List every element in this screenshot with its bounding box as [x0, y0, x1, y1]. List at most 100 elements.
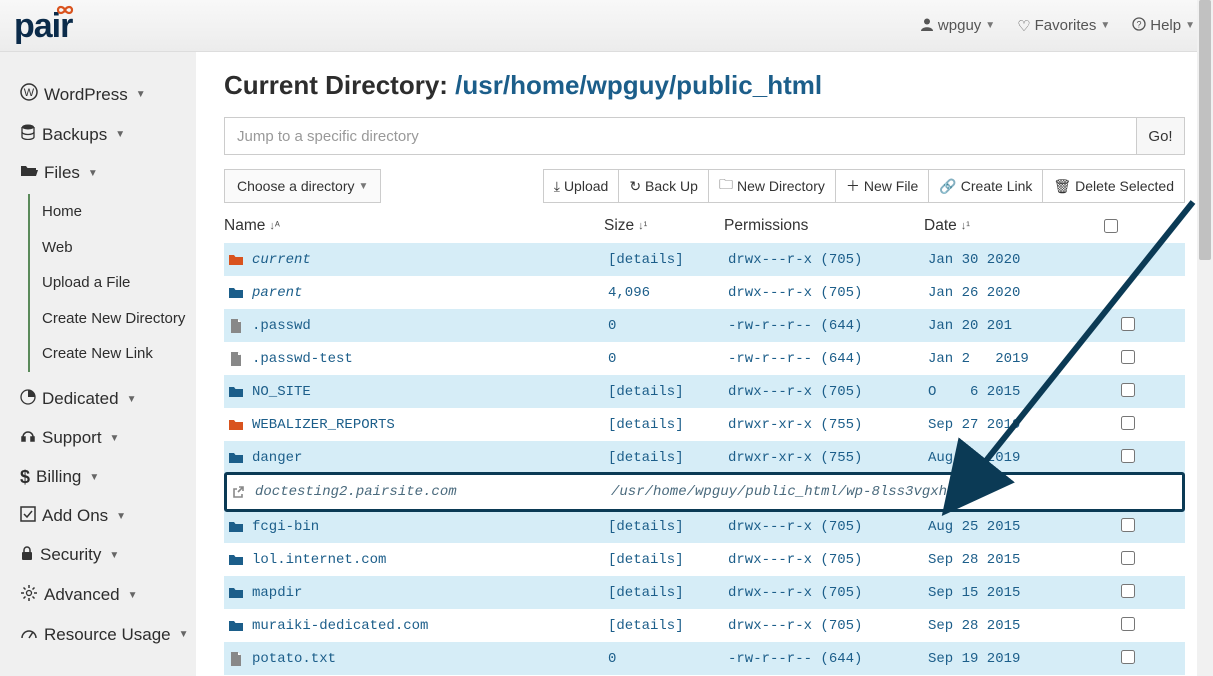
- backup-button[interactable]: ↻Back Up: [619, 169, 709, 203]
- file-name[interactable]: mapdir: [228, 585, 608, 601]
- table-row[interactable]: WEBALIZER_REPORTS[details]drwxr-xr-x (75…: [224, 408, 1185, 441]
- user-menu[interactable]: wpguy ▼: [920, 17, 995, 35]
- file-name[interactable]: fcgi-bin: [228, 519, 608, 535]
- table-row[interactable]: current[details]drwx---r-x (705)Jan 30 2…: [224, 243, 1185, 276]
- folder-open-o-icon: [228, 253, 244, 266]
- choose-directory-button[interactable]: Choose a directory ▼: [224, 169, 381, 203]
- table-row[interactable]: muraiki-dedicated.com[details]drwx---r-x…: [224, 609, 1185, 642]
- file-name[interactable]: .passwd-test: [228, 351, 608, 367]
- row-checkbox[interactable]: [1121, 617, 1135, 631]
- select-all-checkbox[interactable]: [1104, 219, 1118, 233]
- table-row[interactable]: lol.internet.com[details]drwx---r-x (705…: [224, 543, 1185, 576]
- col-date[interactable]: Date ↓¹: [924, 217, 1104, 235]
- file-name[interactable]: lol.internet.com: [228, 552, 608, 568]
- row-checkbox[interactable]: [1121, 650, 1135, 664]
- sort-icon: ↓¹: [638, 220, 647, 232]
- go-button[interactable]: Go!: [1137, 117, 1185, 155]
- row-checkbox[interactable]: [1121, 584, 1135, 598]
- upload-button[interactable]: ⤓Upload: [543, 169, 620, 203]
- favorites-menu[interactable]: ♡ Favorites ▼: [1017, 17, 1110, 35]
- file-name[interactable]: current: [228, 252, 608, 268]
- row-checkbox[interactable]: [1121, 551, 1135, 565]
- nav-billing[interactable]: $Billing▼: [18, 458, 196, 497]
- nav-add-ons[interactable]: Add Ons▼: [18, 497, 196, 536]
- row-checkbox[interactable]: [1121, 350, 1135, 364]
- row-checkbox[interactable]: [1121, 416, 1135, 430]
- nav-advanced[interactable]: Advanced▼: [18, 575, 196, 616]
- lock-icon: [20, 545, 34, 566]
- trash-icon: 🗑: [1053, 178, 1071, 195]
- subnav-home[interactable]: Home: [42, 194, 196, 230]
- heart-icon: ♡: [1017, 17, 1030, 35]
- file-name[interactable]: WEBALIZER_REPORTS: [228, 417, 608, 433]
- link-icon: 🔗: [939, 178, 956, 195]
- subnav-create-new-link[interactable]: Create New Link: [42, 336, 196, 372]
- file-name[interactable]: NO_SITE: [228, 384, 608, 400]
- row-checkbox[interactable]: [1121, 449, 1135, 463]
- file-permissions: drwx---r-x (705): [728, 552, 928, 568]
- database-icon: [20, 124, 36, 145]
- plus-icon: ＋: [846, 176, 860, 196]
- row-checkbox[interactable]: [1121, 383, 1135, 397]
- caret-down-icon: ▼: [110, 433, 120, 444]
- new-directory-button[interactable]: 🗀New Directory: [709, 169, 836, 203]
- file-date: Sep 15 2015: [928, 585, 1108, 601]
- file-name[interactable]: muraiki-dedicated.com: [228, 618, 608, 634]
- help-menu[interactable]: ? Help ▼: [1132, 17, 1195, 35]
- nav-security[interactable]: Security▼: [18, 536, 196, 575]
- table-row[interactable]: NO_SITE[details]drwx---r-x (705)O 6 2015: [224, 375, 1185, 408]
- col-permissions: Permissions: [724, 217, 924, 235]
- page-scrollbar[interactable]: [1197, 0, 1213, 676]
- file-name[interactable]: doctesting2.pairsite.com: [231, 484, 611, 500]
- row-checkbox[interactable]: [1121, 317, 1135, 331]
- file-size: [details]: [608, 450, 728, 466]
- caret-down-icon: ▼: [179, 629, 189, 640]
- nav-support[interactable]: Support▼: [18, 419, 196, 458]
- table-row-highlighted[interactable]: doctesting2.pairsite.com/usr/home/wpguy/…: [224, 472, 1185, 512]
- wordpress-icon: W: [20, 83, 38, 106]
- subnav-upload-a-file[interactable]: Upload a File: [42, 265, 196, 301]
- row-checkbox[interactable]: [1121, 518, 1135, 532]
- create-link-button[interactable]: 🔗Create Link: [929, 169, 1043, 203]
- table-row[interactable]: mapdir[details]drwx---r-x (705)Sep 15 20…: [224, 576, 1185, 609]
- folder-plus-icon: 🗀: [719, 174, 733, 198]
- table-header: Name ↓ᴬ Size ↓¹ Permissions Date ↓¹: [224, 209, 1185, 243]
- file-date: Jan 2 2019: [928, 351, 1108, 367]
- nav-resource-usage[interactable]: Resource Usage▼: [18, 616, 196, 654]
- table-row[interactable]: parent4,096drwx---r-x (705)Jan 26 2020: [224, 276, 1185, 309]
- table-row[interactable]: potato.txt0-rw-r--r-- (644)Sep 19 2019: [224, 642, 1185, 675]
- help-label: Help: [1150, 17, 1181, 34]
- folder-icon: [228, 586, 244, 599]
- nav-backups[interactable]: Backups▼: [18, 115, 196, 154]
- help-icon: ?: [1132, 17, 1146, 35]
- subnav-web[interactable]: Web: [42, 230, 196, 266]
- logo[interactable]: pair: [14, 9, 72, 43]
- subnav-create-new-directory[interactable]: Create New Directory: [42, 301, 196, 337]
- file-name[interactable]: .passwd: [228, 318, 608, 334]
- file-name[interactable]: parent: [228, 285, 608, 301]
- new-file-button[interactable]: ＋New File: [836, 169, 929, 203]
- col-size[interactable]: Size ↓¹: [604, 217, 724, 235]
- file-date: Aug 25 2015: [928, 519, 1108, 535]
- table-row[interactable]: .passwd-test0-rw-r--r-- (644)Jan 2 2019: [224, 342, 1185, 375]
- table-row[interactable]: .passwd0-rw-r--r-- (644)Jan 20 201: [224, 309, 1185, 342]
- nav-files[interactable]: Files▼: [18, 154, 196, 192]
- file-size: 4,096: [608, 285, 728, 301]
- file-name[interactable]: danger: [228, 450, 608, 466]
- col-select-all[interactable]: [1104, 219, 1144, 233]
- file-permissions: drwx---r-x (705): [728, 618, 928, 634]
- file-name[interactable]: potato.txt: [228, 651, 608, 667]
- table-row[interactable]: fcgi-bin[details]drwx---r-x (705)Aug 25 …: [224, 510, 1185, 543]
- file-size: 0: [608, 651, 728, 667]
- jump-directory-input[interactable]: [224, 117, 1137, 155]
- file-size: [details]: [608, 552, 728, 568]
- tach-icon: [20, 625, 38, 645]
- folder-icon: [228, 451, 244, 464]
- col-name[interactable]: Name ↓ᴬ: [224, 217, 604, 235]
- nav-dedicated[interactable]: Dedicated▼: [18, 380, 196, 419]
- logo-infinity-icon: [54, 3, 76, 22]
- delete-selected-button[interactable]: 🗑Delete Selected: [1043, 169, 1185, 203]
- nav-wordpress[interactable]: WWordPress▼: [18, 74, 196, 115]
- file-date: Sep 27 2019: [928, 417, 1108, 433]
- table-row[interactable]: danger[details]drwxr-xr-x (755)Aug 14 20…: [224, 441, 1185, 474]
